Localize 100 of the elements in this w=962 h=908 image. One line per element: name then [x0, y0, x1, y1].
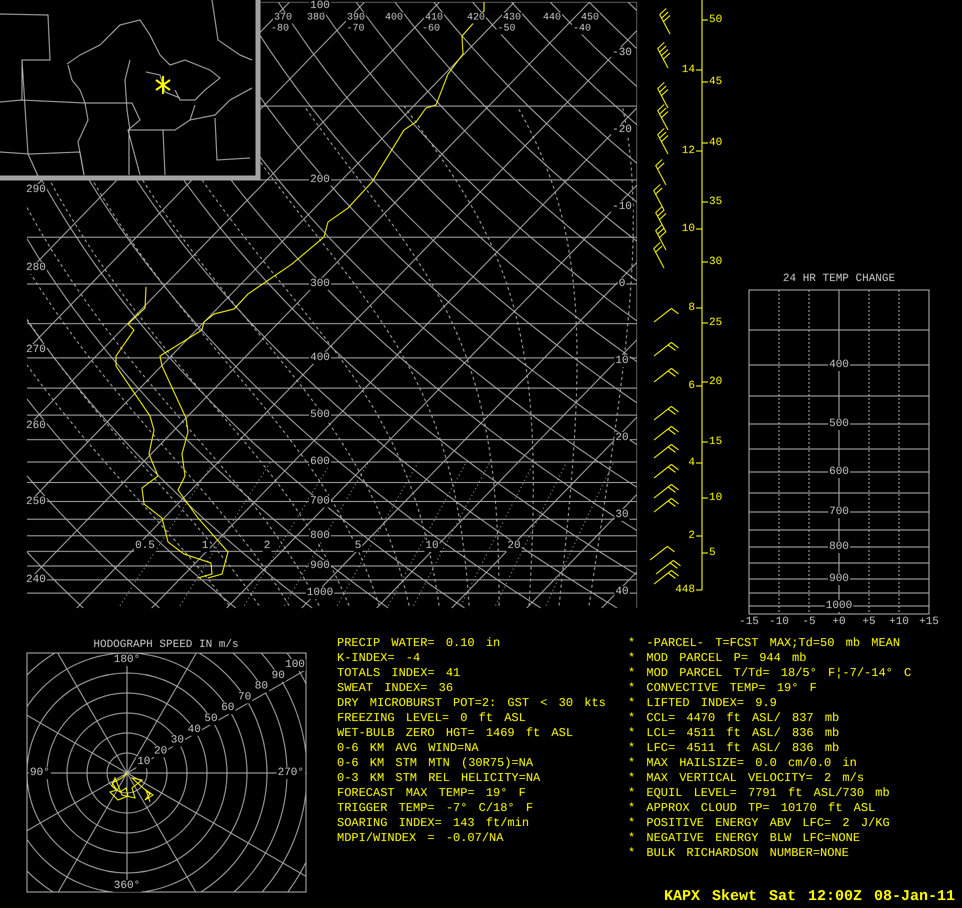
height-label: 20: [709, 376, 722, 388]
speed-label: 90: [272, 670, 285, 682]
stat-line: TRIGGER TEMP= -7° C/18° F: [337, 801, 534, 816]
isotherm-label: 30: [615, 509, 629, 521]
speed-label: 80: [254, 680, 268, 693]
stat-line: * -PARCEL- T=FCST MAX;Td=50 mb MEAN: [628, 636, 902, 651]
speed-label: 10: [137, 756, 150, 768]
pressure-label: 600: [310, 456, 330, 468]
stat-line: 0-6 KM STM MTN (30R75)=NA: [337, 756, 534, 771]
stat-line: 0-6 KM AVG WIND=NA: [337, 741, 480, 756]
direction-label: 180°: [114, 654, 140, 666]
stat-line: * BULK RICHARDSON NUMBER=NONE: [628, 846, 850, 861]
height-label: 8: [688, 302, 695, 314]
pressure-label: 1000: [306, 587, 334, 600]
stat-line: MDPI/WINDEX = -0.07/NA: [337, 831, 504, 846]
theta-label: 250: [26, 496, 46, 508]
pressure-label: 800: [829, 541, 849, 553]
direction-label: 360°: [114, 880, 140, 892]
stat-line: * MAX HAILSIZE= 0.0 cm/0.0 in: [628, 756, 858, 771]
theta-label: 370: [274, 12, 292, 24]
speed-label: 50: [204, 713, 218, 725]
pressure-label: 900: [829, 573, 849, 585]
height-label: 35: [709, 196, 722, 208]
height-label: 15: [709, 436, 722, 448]
isotherm-label: 0: [618, 278, 626, 290]
mixing-ratio-label: 20: [507, 540, 521, 552]
chart-title: 24 HR TEMP CHANGE: [782, 273, 896, 285]
theta-label: 400: [385, 12, 403, 24]
isotherm-label: -70: [346, 24, 364, 34]
height-label: 10: [709, 492, 722, 504]
isotherm-label: -20: [612, 124, 632, 136]
hodograph-trace: [109, 772, 154, 802]
theta-label: 290: [26, 184, 46, 196]
stat-line: * POSITIVE ENERGY ABV LFC= 2 J/KG: [628, 816, 891, 831]
isotherm-label: 20: [615, 432, 629, 444]
isotherm-label: -10: [612, 201, 632, 213]
speed-label: 60: [221, 702, 234, 714]
pressure-label: 700: [310, 496, 330, 508]
speed-label: 100: [285, 659, 305, 671]
stat-line: SOARING INDEX= 143 ft/min: [337, 816, 530, 831]
theta-label: 390: [347, 12, 365, 24]
speed-label: 40: [188, 724, 201, 736]
speed-label: 30: [170, 734, 184, 747]
stat-line: 0-3 KM STM REL HELICITY=NA: [337, 771, 542, 786]
stat-line: * MOD PARCEL T/Td= 18/5° F¦-7/-14° C: [628, 666, 912, 681]
theta-label: 430: [503, 12, 521, 24]
theta-label: 260: [26, 420, 46, 432]
stat-line: * CCL= 4470 ft ASL/ 837 mb: [628, 711, 840, 726]
height-label: 5: [709, 547, 716, 559]
height-label: 4: [688, 457, 695, 469]
pressure-label: 900: [310, 560, 330, 572]
isotherm-label: -30: [612, 47, 632, 59]
axis-label: -5: [802, 616, 816, 628]
stat-line: PRECIP WATER= 0.10 in: [337, 636, 502, 651]
theta-label: 450: [581, 12, 599, 24]
stat-line: * MAX VERTICAL VELOCITY= 2 m/s: [628, 771, 866, 786]
height-label: 2: [688, 530, 695, 542]
theta-label: 240: [26, 574, 46, 586]
speed-label: 20: [154, 745, 168, 758]
pressure-label: 1000: [826, 600, 852, 612]
axis-label: +10: [889, 616, 909, 628]
height-label: 45: [709, 76, 722, 88]
height-label: 10: [682, 223, 695, 235]
stat-line: TOTALS INDEX= 41: [337, 666, 462, 681]
axis-label: +0: [832, 616, 846, 628]
isotherm-label: -50: [498, 24, 516, 34]
axis-label: +15: [919, 616, 939, 628]
theta-label: 420: [467, 12, 485, 24]
height-label: 12: [682, 145, 695, 157]
stat-line: * APPROX CLOUD TP= 10170 ft ASL: [628, 801, 876, 816]
axis-label: +5: [862, 616, 876, 628]
pressure-label: 400: [310, 352, 330, 364]
height-label: 40: [709, 137, 722, 149]
pressure-label: 700: [829, 506, 849, 518]
pressure-label: 100: [310, 0, 330, 12]
stat-line: * CONVECTIVE TEMP= 19° F: [628, 681, 818, 696]
stat-line: DRY MICROBURST POT=2: GST < 30 kts: [337, 696, 607, 711]
footer-caption: KAPX Skewt Sat 12:00Z 08-Jan-11: [664, 888, 955, 905]
isotherm-label: 10: [615, 355, 629, 367]
height-label: 448: [675, 584, 695, 596]
stat-line: SWEAT INDEX= 36: [337, 681, 454, 696]
height-label: 25: [709, 317, 722, 329]
height-label: 50: [709, 14, 722, 26]
pressure-label: 300: [310, 278, 330, 290]
chart-title: HODOGRAPH SPEED IN m/s: [93, 639, 239, 651]
stat-line: * NEGATIVE ENERGY BLW LFC=NONE: [628, 831, 862, 846]
mixing-ratio-label: 5: [354, 540, 362, 552]
stat-line: * MOD PARCEL P= 944 mb: [628, 651, 808, 666]
pressure-label: 400: [829, 359, 849, 371]
height-label: 30: [709, 256, 722, 268]
mixing-ratio-label: 0.5: [135, 540, 155, 552]
stat-line: K-INDEX= -4: [337, 651, 422, 666]
axis-label: -10: [769, 616, 789, 628]
theta-label: 410: [425, 12, 443, 24]
stat-line: WET-BULB ZERO HGT= 1469 ft ASL: [337, 726, 574, 741]
isotherm-label: -60: [422, 24, 440, 34]
speed-label: 70: [238, 691, 252, 704]
stat-line: * LCL= 4511 ft ASL/ 836 mb: [628, 726, 840, 741]
stat-line: * LFC= 4511 ft ASL/ 836 mb: [628, 741, 840, 756]
direction-label: 90°: [30, 767, 50, 779]
